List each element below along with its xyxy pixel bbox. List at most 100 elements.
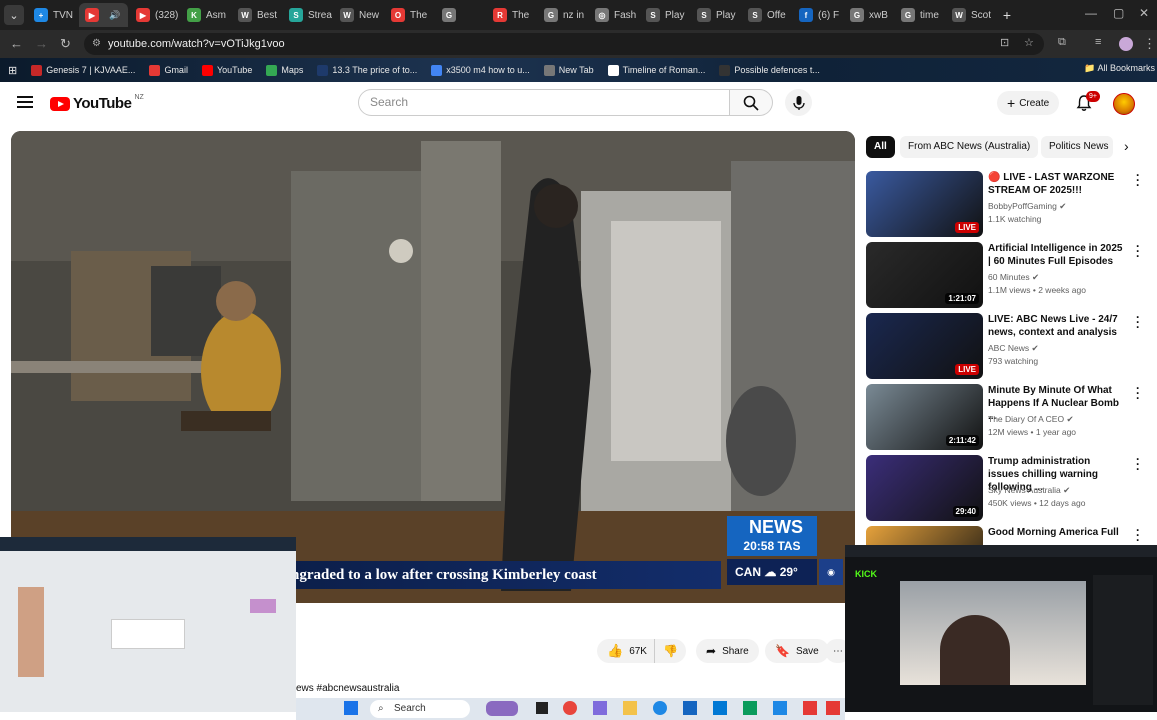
close-window-icon[interactable]: ✕ — [1139, 6, 1149, 20]
channel-name[interactable]: The Diary Of A CEO ✔ — [988, 414, 1074, 425]
like-button[interactable]: 👍 67K — [597, 639, 655, 663]
recommended-video[interactable]: LIVE LIVE: ABC News Live - 24/7 news, con… — [866, 311, 1151, 379]
user-avatar[interactable] — [1113, 93, 1135, 115]
video-thumbnail[interactable]: 29:40 — [866, 455, 983, 521]
video-thumbnail[interactable]: 2:11:42 — [866, 384, 983, 450]
share-button[interactable]: ➦ Share — [696, 639, 759, 663]
bookmark-item[interactable]: Genesis 7 | KJVAAE... — [31, 64, 135, 76]
create-button[interactable]: + Create — [997, 91, 1060, 115]
taskbar-app-icon[interactable] — [593, 701, 607, 715]
browser-tab[interactable]: O The — [385, 3, 434, 27]
bookmark-item[interactable]: New Tab — [543, 64, 594, 76]
chip-from-abc[interactable]: From ABC News (Australia) — [900, 136, 1039, 158]
reload-icon[interactable]: ↻ — [60, 36, 71, 52]
taskbar-chrome-icon[interactable] — [563, 701, 577, 715]
browser-tab[interactable]: GxwB — [844, 3, 893, 27]
taskbar-app2-icon[interactable] — [803, 701, 817, 715]
video-thumbnail[interactable]: 1:21:07 — [866, 242, 983, 308]
browser-tab[interactable]: ◎ Fash — [589, 3, 638, 27]
minimize-icon[interactable]: — — [1085, 6, 1097, 20]
channel-name[interactable]: 60 Minutes ✔ — [988, 272, 1039, 283]
new-tab-button[interactable]: + — [997, 5, 1017, 25]
install-app-icon[interactable]: ⊡ — [1000, 36, 1009, 49]
taskbar-app3-icon[interactable] — [826, 701, 840, 715]
browser-tab[interactable]: S Strea — [283, 3, 332, 27]
windows-start-icon[interactable] — [344, 701, 358, 715]
video-hashtag[interactable]: ews #abcnewsaustralia — [296, 683, 399, 694]
all-bookmarks-link[interactable]: 📁 All Bookmarks — [1084, 63, 1155, 74]
browser-tab[interactable]: S Play — [640, 3, 689, 27]
back-icon[interactable]: ← — [10, 36, 23, 51]
video-thumbnail[interactable]: LIVE — [866, 171, 983, 237]
taskbar-edge-icon[interactable] — [653, 701, 667, 715]
bookmark-item[interactable]: Maps — [266, 64, 303, 76]
browser-tab[interactable]: K Asm — [181, 3, 230, 27]
browser-menu-icon[interactable]: ⋮ — [1143, 36, 1156, 52]
video-thumbnail[interactable]: LIVE — [866, 313, 983, 379]
browser-tab[interactable]: S Offe — [742, 3, 791, 27]
more-options-icon[interactable]: · · · — [1136, 311, 1140, 333]
video-title[interactable]: Good Morning America Full — [988, 526, 1123, 539]
recommended-video[interactable]: 1:21:07 Artificial Intelligence in 2025 |… — [866, 240, 1151, 308]
channel-name[interactable]: BobbyPoffGaming ✔ — [988, 201, 1066, 212]
tab-close-icon[interactable]: ✕ — [127, 10, 128, 21]
chip-all[interactable]: All — [866, 136, 895, 158]
video-title[interactable]: LIVE: ABC News Live - 24/7 news, context… — [988, 313, 1123, 339]
bookmark-star-icon[interactable]: ☆ — [1024, 36, 1034, 49]
more-options-icon[interactable]: · · · — [1136, 169, 1140, 191]
bookmark-item[interactable]: 13.3 The price of to... — [317, 64, 417, 76]
maximize-icon[interactable]: ▢ — [1113, 6, 1124, 20]
save-button[interactable]: 🔖 Save — [765, 639, 829, 663]
apps-grid-icon[interactable]: ⊞ — [8, 64, 17, 77]
taskbar-store-icon[interactable] — [713, 701, 727, 715]
taskbar-widget-icon[interactable] — [486, 701, 518, 716]
browser-tab[interactable]: Gnz in — [538, 3, 587, 27]
extensions-icon[interactable]: ⧉ — [1058, 36, 1066, 49]
dislike-button[interactable]: 👎 — [654, 639, 686, 663]
browser-tab[interactable]: ▶ 🔊 ✕ — [79, 3, 128, 27]
taskbar-settings-icon[interactable] — [773, 701, 787, 715]
site-info-icon[interactable]: ⚙ — [92, 33, 101, 55]
hamburger-menu-icon[interactable] — [17, 96, 33, 108]
youtube-logo[interactable]: YouTube NZ — [50, 94, 144, 112]
video-player[interactable]: NEWS 20:58 TAS ngraded to a low after cr… — [11, 131, 855, 603]
browser-tab[interactable]: W Best — [232, 3, 281, 27]
video-title[interactable]: Artificial Intelligence in 2025 | 60 Min… — [988, 242, 1123, 268]
voice-search-button[interactable] — [785, 89, 812, 116]
browser-tab[interactable]: S Play — [691, 3, 740, 27]
more-options-icon[interactable]: · · · — [1136, 453, 1140, 475]
reading-list-icon[interactable]: ≡ — [1095, 36, 1101, 48]
channel-name[interactable]: ABC News ✔ — [988, 343, 1039, 354]
taskbar-search-box[interactable]: ⌕ Search — [370, 700, 470, 718]
recommended-video[interactable]: 2:11:42 Minute By Minute Of What Happens … — [866, 382, 1151, 450]
bookmark-item[interactable]: Possible defences t... — [719, 64, 820, 76]
browser-tab[interactable]: W Scot — [946, 3, 995, 27]
profile-avatar[interactable] — [1119, 37, 1133, 51]
taskbar-photos-icon[interactable] — [743, 701, 757, 715]
tab-search-icon[interactable]: ⌄ — [4, 5, 24, 25]
more-options-icon[interactable]: · · · — [1136, 240, 1140, 262]
channel-name[interactable]: Sky News Australia ✔ — [988, 485, 1070, 496]
recommended-video[interactable]: 29:40 Trump administration issues chillin… — [866, 453, 1151, 521]
bookmark-item[interactable]: YouTube — [201, 64, 252, 76]
search-input[interactable]: Search — [358, 89, 730, 116]
browser-tab[interactable]: Gtime — [895, 3, 944, 27]
more-options-icon[interactable]: · · · — [1136, 524, 1140, 546]
taskbar-mail-icon[interactable] — [683, 701, 697, 715]
browser-tab[interactable]: f (6) F — [793, 3, 842, 27]
browser-tab[interactable]: ▶ (328) — [130, 3, 179, 27]
browser-tab[interactable]: + TVN — [28, 3, 77, 27]
bookmark-item[interactable]: x3500 m4 how to u... — [431, 64, 530, 76]
url-input[interactable]: ⚙ youtube.com/watch?v=vOTiJkg1voo — [84, 33, 1044, 55]
video-title[interactable]: 🔴 LIVE - LAST WARZONE STREAM OF 2025!!! — [988, 171, 1123, 197]
taskbar-taskview-icon[interactable] — [536, 702, 548, 714]
recommended-video[interactable]: LIVE 🔴 LIVE - LAST WARZONE STREAM OF 2025… — [866, 169, 1151, 237]
more-options-icon[interactable]: · · · — [1136, 382, 1140, 404]
search-button[interactable] — [730, 89, 773, 116]
chips-next-chevron-icon[interactable]: › — [1124, 138, 1129, 154]
browser-tab[interactable]: R The — [487, 3, 536, 27]
bookmark-item[interactable]: Gmail — [149, 64, 188, 76]
chip-politics[interactable]: Politics News — [1041, 136, 1113, 158]
browser-tab[interactable]: W New — [334, 3, 383, 27]
bookmark-item[interactable]: Timeline of Roman... — [607, 64, 705, 76]
